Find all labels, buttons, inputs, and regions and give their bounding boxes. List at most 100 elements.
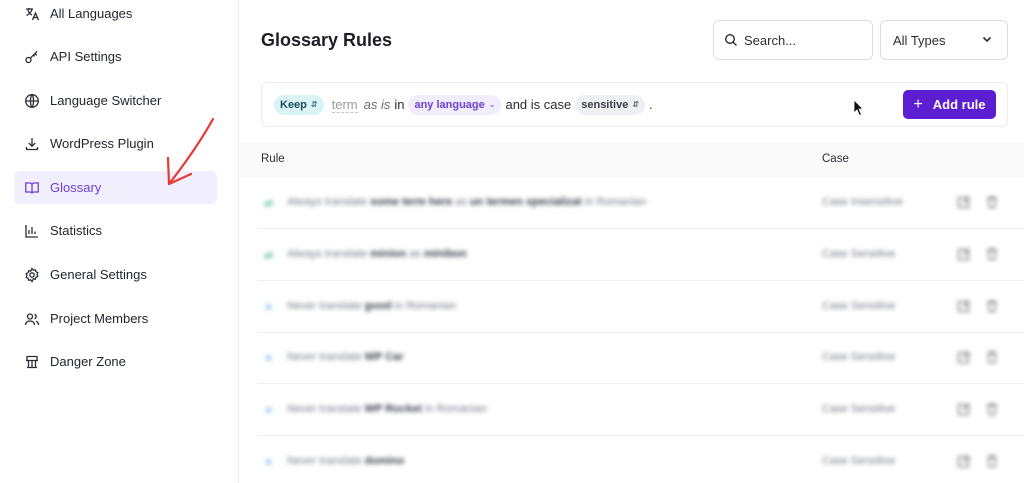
search-placeholder: Search...: [744, 32, 797, 48]
annotation-arrow: [166, 117, 215, 186]
sidebar-item-label: General Settings: [50, 267, 147, 282]
type-filter-value: All Types: [893, 32, 946, 48]
sidebar-item-label: Project Members: [50, 311, 149, 326]
rule-prefix: Never translate: [287, 351, 365, 364]
sidebar: All Languages API Settings Language Swit…: [0, 0, 239, 483]
rule-term: some term here: [370, 196, 456, 208]
rule-type-icon: ✕: [264, 457, 274, 469]
rule-text: Always translate some term here as un te…: [287, 196, 647, 208]
trash-icon[interactable]: [985, 350, 999, 364]
case-text: and is case: [505, 97, 572, 112]
type-filter-select[interactable]: All Types: [880, 20, 1008, 60]
sidebar-item-label: Language Switcher: [50, 93, 162, 108]
trash-icon[interactable]: [985, 299, 999, 313]
rule-text: Always translate minion as minibon: [287, 248, 467, 260]
rule-text: Never translate WP Car: [287, 351, 404, 363]
users-icon: [24, 311, 40, 327]
bar-chart-icon: [24, 223, 40, 239]
add-rule-button[interactable]: + Add rule: [903, 90, 996, 119]
globe-icon: [24, 93, 40, 109]
action-select[interactable]: Keep ⇵: [274, 94, 324, 115]
rule-term: good: [364, 299, 395, 312]
sidebar-item-project-members[interactable]: Project Members: [14, 302, 217, 335]
translate-icon: [24, 6, 40, 22]
sidebar-item-label: API Settings: [50, 49, 122, 64]
rule-type-icon: ⇄: [264, 198, 274, 210]
rule-prefix: Never translate: [287, 403, 365, 416]
rule-suffix: in Romanian: [584, 196, 647, 208]
sidebar-item-general-settings[interactable]: General Settings: [14, 258, 217, 291]
action-value: Keep: [280, 98, 307, 111]
sidebar-item-label: Danger Zone: [50, 354, 126, 369]
rule-text: Never translate WP Rocket in Romanian: [287, 403, 487, 415]
trash-icon[interactable]: [985, 402, 999, 416]
table-row[interactable]: ✕ Never translate WP Car Case Sensitive: [257, 333, 1024, 385]
table-row[interactable]: ✕ Never translate domino Case Sensitive: [257, 437, 1024, 483]
rule-case: Case Sensitive: [822, 247, 896, 260]
sidebar-item-danger-zone[interactable]: Danger Zone: [14, 345, 217, 378]
rule-mid: as: [455, 196, 470, 208]
language-value: any language: [414, 98, 485, 111]
table-row[interactable]: ⇄ Always translate minion as minibon Case…: [257, 230, 1024, 281]
sidebar-item-statistics[interactable]: Statistics: [14, 214, 217, 247]
edit-icon[interactable]: [957, 195, 971, 209]
search-input[interactable]: Search...: [713, 20, 873, 60]
rule-prefix: Never translate: [287, 299, 365, 312]
danger-icon: [24, 354, 40, 370]
edit-icon[interactable]: [957, 299, 971, 313]
rule-case: Case Sensitive: [822, 455, 896, 467]
rule-suffix: in Romanian: [394, 299, 457, 312]
table-row[interactable]: ⇄ Always translate some term here as un t…: [257, 178, 1024, 229]
updown-icon: ⇵: [310, 100, 318, 109]
rule-mid: as: [409, 247, 424, 260]
case-value: sensitive: [581, 98, 629, 111]
rule-prefix: Never translate: [287, 455, 365, 467]
sidebar-item-api-settings[interactable]: API Settings: [14, 40, 217, 73]
as-is-text: as is: [363, 97, 391, 112]
rule-target: minibon: [423, 247, 467, 260]
chevron-down-icon: [981, 33, 993, 48]
rule-prefix: Always translate: [287, 247, 371, 260]
language-select[interactable]: any language ⌄: [408, 94, 502, 115]
rule-type-icon: ✕: [264, 405, 274, 418]
key-icon: [24, 49, 40, 65]
rule-case: Case Sensitive: [822, 403, 896, 416]
table-row[interactable]: ✕ Never translate WP Rocket in Romanian C…: [257, 385, 1024, 437]
column-header-case: Case: [822, 153, 849, 165]
sidebar-item-label: All Languages: [50, 6, 133, 21]
column-header-rule: Rule: [261, 153, 285, 165]
mouse-cursor-icon: [853, 99, 864, 117]
rule-case: Case Sensitive: [822, 299, 896, 312]
trash-icon[interactable]: [985, 195, 999, 209]
rule-case: Case Insensitive: [822, 196, 903, 208]
rule-target: un termen specializat: [469, 196, 585, 208]
chevron-down-icon: ⌄: [488, 100, 496, 109]
gear-icon: [24, 266, 40, 283]
sidebar-item-label: WordPress Plugin: [50, 136, 154, 151]
period-text: .: [649, 97, 653, 112]
updown-icon: ⇵: [632, 100, 640, 109]
trash-icon[interactable]: [985, 247, 999, 261]
edit-icon[interactable]: [957, 454, 971, 468]
search-icon: [724, 33, 738, 47]
plus-icon: +: [913, 95, 923, 113]
table-row[interactable]: ✕ Never translate good in Romanian Case S…: [257, 282, 1024, 333]
rule-term: WP Car: [364, 351, 404, 364]
trash-icon[interactable]: [985, 454, 999, 468]
sidebar-item-label: Statistics: [50, 223, 103, 238]
main-content: Glossary Rules Search... All Types Keep …: [240, 0, 1024, 483]
rule-type-icon: ⇄: [264, 249, 274, 262]
download-icon: [24, 136, 40, 152]
rule-case: Case Sensitive: [822, 351, 896, 364]
rule-prefix: Always translate: [287, 196, 371, 208]
sidebar-item-label: Glossary: [50, 180, 102, 195]
in-text: in: [394, 97, 405, 112]
page-title: Glossary Rules: [261, 30, 393, 50]
edit-icon[interactable]: [957, 247, 971, 261]
case-select[interactable]: sensitive ⇵: [575, 94, 646, 115]
edit-icon[interactable]: [957, 402, 971, 416]
edit-icon[interactable]: [957, 350, 971, 364]
sidebar-item-all-languages[interactable]: All Languages: [14, 0, 217, 30]
term-input[interactable]: term: [331, 97, 358, 113]
book-icon: [24, 180, 40, 196]
